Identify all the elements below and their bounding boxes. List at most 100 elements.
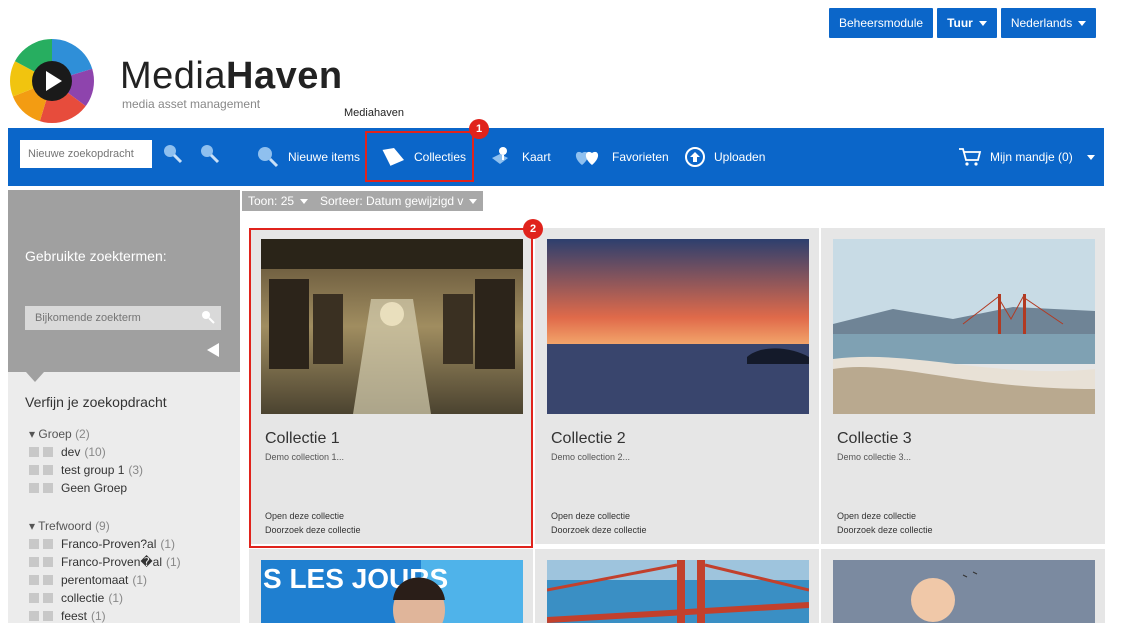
facet-group-groep: ▾ Groep (2) dev (10) test group 1 (3) Geen…: [29, 425, 143, 497]
user-menu-label: Tuur: [947, 16, 973, 30]
facet-count: (3): [128, 463, 144, 477]
nav-upload-label: Uploaden: [714, 150, 766, 164]
search-icon[interactable]: [160, 142, 184, 166]
collection-card-6[interactable]: [821, 549, 1105, 623]
facet-label[interactable]: feest: [61, 607, 87, 623]
facet-label[interactable]: dev: [61, 443, 80, 461]
facet-row: perentomaat (1): [29, 571, 181, 589]
search-icon: [258, 147, 279, 168]
facet-count: (1): [91, 609, 106, 623]
exclude-box[interactable]: [43, 465, 53, 475]
collection-thumbnail-bridge[interactable]: [547, 560, 809, 623]
collection-card-3[interactable]: Collectie 3 Demo collectie 3... Open dez…: [821, 228, 1105, 544]
facet-row: dev (10): [29, 443, 143, 461]
facet-row: Geen Groep: [29, 479, 143, 497]
panel-notch: [26, 372, 44, 382]
include-box[interactable]: [29, 557, 39, 567]
extra-term-input[interactable]: [25, 306, 221, 330]
facet-label[interactable]: Franco-Proven�al: [61, 553, 162, 571]
facet-count: (1): [160, 537, 176, 551]
collection-card-highlight-box: [249, 228, 533, 548]
mediahaven-logo[interactable]: [9, 38, 95, 124]
exclude-box[interactable]: [43, 611, 53, 621]
include-box[interactable]: [29, 447, 39, 457]
facet-label[interactable]: Geen Groep: [61, 479, 127, 497]
collection-card-5[interactable]: [535, 549, 819, 623]
include-box[interactable]: [29, 465, 39, 475]
search-input[interactable]: [20, 140, 152, 168]
used-terms-title: Gebruikte zoektermen:: [25, 248, 167, 264]
page-size-dropdown[interactable]: Toon: 25: [242, 191, 315, 211]
facet-count: (1): [132, 573, 148, 587]
nav-map-label: Kaart: [522, 150, 551, 164]
collection-title[interactable]: Collectie 2: [551, 430, 626, 448]
cart-label: Mijn mandje (0): [990, 150, 1073, 164]
top-button-bar: Beheersmodule Tuur Nederlands: [829, 8, 1097, 38]
used-terms-panel: Gebruikte zoektermen:: [8, 190, 240, 372]
chevron-down-icon: [978, 21, 987, 27]
facet-head-trefwoord[interactable]: ▾ Trefwoord (9): [29, 517, 181, 535]
facet-row: test group 1 (3): [29, 461, 143, 479]
logo-tooltip: Mediahaven: [344, 107, 404, 119]
collection-thumbnail-beach[interactable]: [833, 239, 1095, 414]
facet-count: (1): [166, 555, 181, 569]
facet-label[interactable]: collectie: [61, 589, 104, 607]
exclude-box[interactable]: [43, 575, 53, 585]
include-box[interactable]: [29, 611, 39, 621]
exclude-box[interactable]: [43, 539, 53, 549]
browse-collection-link[interactable]: Doorzoek deze collectie: [837, 525, 933, 535]
facet-row: Franco-Proven?al (1): [29, 535, 181, 553]
open-collection-link[interactable]: Open deze collectie: [837, 511, 916, 521]
exclude-box[interactable]: [43, 447, 53, 457]
open-collection-link[interactable]: Open deze collectie: [551, 511, 630, 521]
collection-thumbnail-sunset[interactable]: [547, 239, 809, 414]
exclude-box[interactable]: [43, 593, 53, 603]
collection-thumbnail-tv[interactable]: S LES JOURS: [261, 560, 523, 623]
facet-count: (10): [84, 445, 106, 459]
nav-upload[interactable]: Uploaden: [684, 128, 765, 186]
browse-collection-link[interactable]: Doorzoek deze collectie: [551, 525, 647, 535]
language-menu-button[interactable]: Nederlands: [1000, 8, 1097, 38]
facet-label[interactable]: Franco-Proven?al: [61, 535, 156, 553]
nav-favorites[interactable]: Favorieten: [574, 128, 669, 186]
refine-panel: Verfijn je zoekopdracht ▾ Groep (2) dev (…: [8, 372, 240, 623]
collection-title[interactable]: Collectie 3: [837, 430, 912, 448]
collection-card-4[interactable]: S LES JOURS: [249, 549, 533, 623]
nav-new-items[interactable]: Nieuwe items: [254, 128, 360, 186]
facet-label[interactable]: perentomaat: [61, 571, 128, 589]
exclude-box[interactable]: [43, 557, 53, 567]
facet-row: feest (1): [29, 607, 181, 623]
sort-dropdown[interactable]: Sorteer: Datum gewijzigd v: [314, 191, 484, 211]
collection-card-2[interactable]: Collectie 2 Demo collection 2... Open de…: [535, 228, 819, 544]
sort-label: Sorteer: Datum gewijzigd v: [320, 194, 464, 208]
nav-favorites-label: Favorieten: [612, 150, 669, 164]
collections-highlight-box: [365, 131, 474, 182]
facet-head-groep[interactable]: ▾ Groep (2): [29, 425, 143, 443]
cart-button[interactable]: Mijn mandje (0): [958, 128, 1095, 186]
chevron-down-icon: [300, 199, 309, 205]
refine-title: Verfijn je zoekopdracht: [25, 394, 167, 410]
include-box[interactable]: [29, 593, 39, 603]
collapse-sidebar-arrow[interactable]: [207, 343, 219, 357]
nav-map[interactable]: Kaart: [488, 128, 551, 186]
map-pin-icon: [492, 147, 508, 164]
advanced-search-icon[interactable]: [197, 142, 221, 166]
admin-module-button[interactable]: Beheersmodule: [829, 8, 934, 38]
chevron-down-icon: [1086, 154, 1095, 160]
user-menu-button[interactable]: Tuur: [937, 8, 997, 38]
cart-icon: [959, 148, 982, 166]
search-icon[interactable]: [200, 309, 216, 325]
brand-name: MediaHaven: [120, 55, 343, 97]
facet-label[interactable]: test group 1: [61, 461, 124, 479]
collection-thumbnail-moon[interactable]: [833, 560, 1095, 623]
include-box[interactable]: [29, 483, 39, 493]
facet-count: (1): [108, 591, 124, 605]
exclude-box[interactable]: [43, 483, 53, 493]
include-box[interactable]: [29, 575, 39, 585]
step-badge-1: 1: [469, 119, 489, 139]
brand-tagline: media asset management: [122, 97, 261, 111]
include-box[interactable]: [29, 539, 39, 549]
chevron-down-icon: [1078, 21, 1087, 27]
upload-icon: [685, 147, 705, 167]
language-label: Nederlands: [1010, 16, 1073, 30]
